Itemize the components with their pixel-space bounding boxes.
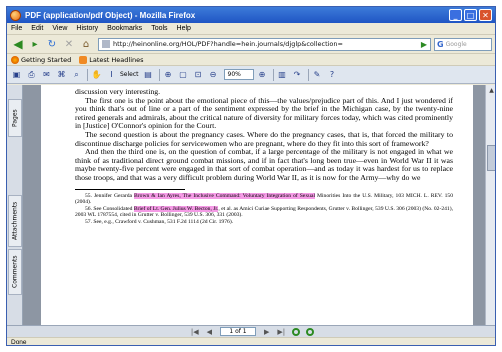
firefox-bookmark-icon xyxy=(11,55,19,64)
window-title: PDF (application/pdf Object) - Mozilla F… xyxy=(25,10,196,20)
pdf-page-navigation: |◀ ◀ 1 of 1 ▶ ▶| xyxy=(7,325,495,337)
menu-tools[interactable]: Tools xyxy=(151,25,167,32)
pdf-page: discussion very interesting. The first o… xyxy=(41,85,473,325)
minimize-button[interactable]: _ xyxy=(449,9,462,21)
search-box[interactable]: G Google xyxy=(434,37,492,51)
paragraph-1: The first one is the point about the emo… xyxy=(75,95,453,131)
home-button[interactable]: ⌂ xyxy=(78,37,94,51)
save-icon[interactable]: ▣ xyxy=(10,68,23,81)
organize-icon[interactable]: ⌘ xyxy=(55,68,68,81)
find-icon[interactable]: ⌕ xyxy=(70,68,83,81)
back-button[interactable]: ◀ xyxy=(10,37,26,51)
actual-size-icon[interactable]: ▢ xyxy=(177,68,190,81)
zoom-in-icon[interactable]: ⊕ xyxy=(256,68,269,81)
tab-pages[interactable]: Pages xyxy=(8,99,22,137)
zoom-tool-icon[interactable]: ⊕ xyxy=(162,68,175,81)
menu-history[interactable]: History xyxy=(76,25,98,32)
browser-window: PDF (application/pdf Object) - Mozilla F… xyxy=(6,6,496,346)
close-button[interactable]: ✕ xyxy=(479,9,492,21)
status-bar: Done xyxy=(7,337,495,346)
footnote-56: 56. See Consolidated Brief of Lt. Gen. J… xyxy=(75,205,453,219)
tab-comments[interactable]: Comments xyxy=(8,249,22,295)
previous-view-icon[interactable] xyxy=(292,327,301,336)
firefox-icon xyxy=(10,9,21,21)
last-page-icon[interactable]: ▶| xyxy=(277,328,285,336)
go-arrow-icon[interactable]: ▶ xyxy=(421,40,427,49)
rotate-icon[interactable]: ↷ xyxy=(291,68,304,81)
title-bar: PDF (application/pdf Object) - Mozilla F… xyxy=(7,7,495,23)
search-placeholder: Google xyxy=(445,40,467,48)
select-tool-icon[interactable]: I xyxy=(105,68,118,81)
url-text[interactable]: http://heinonline.org/HOL/PDF?handle=hei… xyxy=(113,40,419,48)
paragraph-2: The second question is about the pregnan… xyxy=(75,129,453,148)
google-icon: G xyxy=(437,39,444,49)
status-text: Done xyxy=(11,339,27,346)
stop-button[interactable]: ✕ xyxy=(61,37,77,51)
email-icon[interactable]: ✉ xyxy=(40,68,53,81)
tab-attachments[interactable]: Attachments xyxy=(8,195,22,247)
scrollbar-thumb[interactable] xyxy=(487,145,495,171)
select-label[interactable]: Select xyxy=(120,71,139,78)
page-layout-icon[interactable]: ▥ xyxy=(276,68,289,81)
hand-tool-icon[interactable]: ✋ xyxy=(90,68,103,81)
bookmark-getting-started[interactable]: Getting Started xyxy=(11,55,72,64)
bookmark-latest-headlines[interactable]: Latest Headlines xyxy=(79,55,144,64)
next-page-icon[interactable]: ▶ xyxy=(264,328,269,336)
snapshot-icon[interactable]: ▤ xyxy=(142,68,155,81)
first-page-icon[interactable]: |◀ xyxy=(191,328,199,336)
zoom-select[interactable]: 90% xyxy=(223,69,254,80)
menu-file[interactable]: File xyxy=(11,25,22,32)
print-icon[interactable]: ⎙ xyxy=(25,68,38,81)
bookmark-label: Getting Started xyxy=(21,55,72,64)
page-number-box[interactable]: 1 of 1 xyxy=(220,327,256,336)
highlight: Brown & Ian Ayres, The Inclusive Command… xyxy=(134,192,316,199)
zoom-out-icon[interactable]: ⊖ xyxy=(207,68,220,81)
bookmark-label: Latest Headlines xyxy=(89,55,144,64)
menu-help[interactable]: Help xyxy=(177,25,191,32)
forward-button[interactable]: ▸ xyxy=(27,37,43,51)
footnote-57: 57. See, e.g., Crawford v. Cushman, 531 … xyxy=(85,218,234,225)
help-icon[interactable]: ? xyxy=(326,68,339,81)
sign-pen-icon[interactable]: ✎ xyxy=(311,68,324,81)
footnote-55: 55. Jennifer Gerarda Brown & Ian Ayres, … xyxy=(75,192,454,206)
maximize-button[interactable]: □ xyxy=(464,9,477,21)
footnote-rule xyxy=(75,188,185,190)
previous-page-icon[interactable]: ◀ xyxy=(207,328,212,336)
reload-button[interactable]: ↻ xyxy=(44,37,60,51)
pdf-viewer: Pages Attachments Comments discussion ve… xyxy=(7,85,495,325)
menu-edit[interactable]: Edit xyxy=(31,25,43,32)
highlight: Brief of Lt. Gen. Julius W. Becton, Jr. xyxy=(133,205,219,212)
paragraph-3: And then the third one is, on the questi… xyxy=(75,147,453,182)
navigation-pane: Pages Attachments Comments xyxy=(7,85,23,325)
navigation-toolbar: ◀ ▸ ↻ ✕ ⌂ http://heinonline.org/HOL/PDF?… xyxy=(7,35,495,54)
fit-page-icon[interactable]: ⊡ xyxy=(192,68,205,81)
pdf-toolbar: ▣ ⎙ ✉ ⌘ ⌕ ✋ I Select ▤ ⊕ ▢ ⊡ ⊖ 90% ⊕ ▥ ↷… xyxy=(7,66,495,84)
url-bar[interactable]: http://heinonline.org/HOL/PDF?handle=hei… xyxy=(98,37,431,51)
menu-bar: File Edit View History Bookmarks Tools H… xyxy=(7,23,495,35)
vertical-scrollbar[interactable]: ▲ xyxy=(485,85,495,325)
menu-view[interactable]: View xyxy=(52,25,67,32)
page-favicon-icon xyxy=(102,40,110,48)
menu-bookmarks[interactable]: Bookmarks xyxy=(107,25,142,32)
scroll-up-arrow-icon[interactable]: ▲ xyxy=(486,85,495,96)
next-view-icon[interactable] xyxy=(306,327,315,336)
rss-icon xyxy=(79,55,88,64)
bookmarks-toolbar: Getting Started Latest Headlines xyxy=(7,54,495,66)
